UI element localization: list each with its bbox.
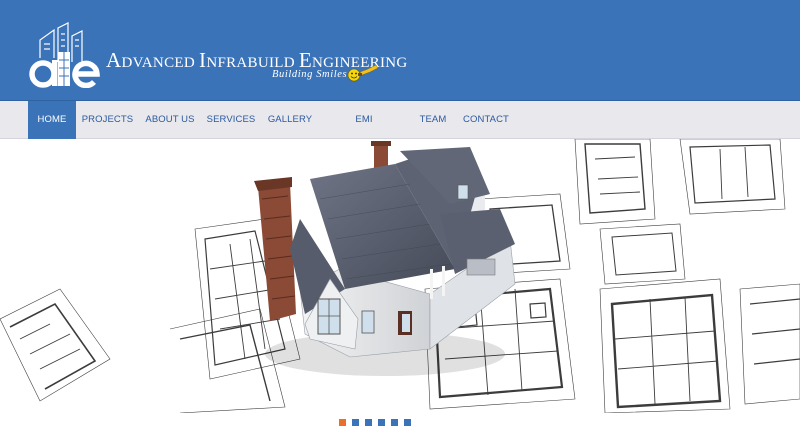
slider-pagination — [0, 419, 800, 427]
nav-item-about-us[interactable]: ABOUT US — [142, 101, 198, 139]
nav-item-services[interactable]: SERVICES — [206, 101, 256, 139]
nav-item-home[interactable]: HOME — [28, 101, 76, 139]
nav-item-emi-calculator[interactable]: EMI CALCULATOR — [323, 101, 405, 163]
slide-dot-5[interactable] — [391, 419, 398, 426]
nav-item-gallery[interactable]: GALLERY — [265, 101, 315, 139]
company-tagline: Building Smiles — [272, 69, 348, 80]
slide-dot-3[interactable] — [365, 419, 372, 426]
house-on-blueprints-icon — [0, 139, 800, 413]
brand-word-advanced: DVANCED — [121, 55, 200, 71]
slide-dot-4[interactable] — [378, 419, 385, 426]
company-logo-icon[interactable] — [28, 22, 102, 88]
nav-item-projects[interactable]: PROJECTS — [80, 101, 135, 139]
hero-slider[interactable] — [0, 139, 800, 413]
nav-item-team[interactable]: TEAM — [414, 101, 452, 139]
slide-dot-2[interactable] — [352, 419, 359, 426]
smiley-trowel-icon — [347, 64, 379, 82]
nav-item-contact[interactable]: CONTACT — [460, 101, 512, 139]
main-navigation: HOME PROJECTS ABOUT US SERVICES GALLERY … — [0, 101, 800, 163]
brand-initial-a: A — [106, 48, 122, 72]
slide-dot-1[interactable] — [339, 419, 346, 426]
slide-dot-6[interactable] — [404, 419, 411, 426]
site-header: ADVANCED INFRABUILD ENGINEERING Building… — [0, 0, 800, 101]
